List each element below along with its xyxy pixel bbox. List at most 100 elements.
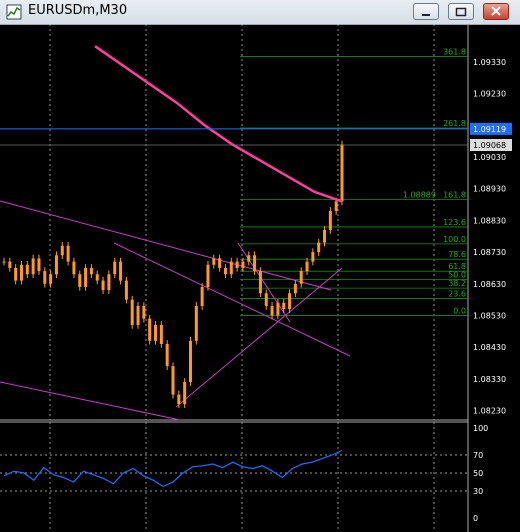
candle-body xyxy=(72,261,76,275)
channel-line xyxy=(237,242,291,323)
candle-body xyxy=(107,274,111,291)
candle-body xyxy=(78,274,82,287)
candle-body xyxy=(311,252,315,262)
fib-level-label: 261.8 xyxy=(443,119,466,128)
candle-body xyxy=(218,258,222,268)
moving-average xyxy=(94,45,343,203)
fib-level-label: 38.2 xyxy=(448,279,466,288)
candle-body xyxy=(194,305,198,341)
candle-body xyxy=(305,261,309,272)
candle-body xyxy=(229,261,233,275)
fib-level-label: 78.6 xyxy=(448,250,466,259)
candle-body xyxy=(200,286,204,306)
rsi-tick-label: 30 xyxy=(473,487,483,496)
maximize-icon xyxy=(455,7,467,17)
candle-body xyxy=(323,229,327,243)
candle-body xyxy=(130,299,134,325)
chart-grid xyxy=(0,24,469,532)
price-tick-label: 1.08530 xyxy=(473,311,506,320)
price-tick-label: 1.08930 xyxy=(473,185,506,194)
rsi-tick-label: 0 xyxy=(473,514,478,523)
candle-body xyxy=(136,305,140,325)
fib-price-label: 1.08889 xyxy=(403,191,436,200)
price-tick-label: 1.09330 xyxy=(473,58,506,67)
candle-body xyxy=(113,261,117,275)
candle-body xyxy=(154,324,158,341)
candle-body xyxy=(101,280,105,291)
candle-body xyxy=(49,274,53,284)
price-tick-label: 1.09030 xyxy=(473,153,506,162)
fib-level-label: 0.0 xyxy=(453,306,466,315)
rsi-tick-label: 100 xyxy=(473,424,488,433)
candle-body xyxy=(142,305,146,319)
price-tick-label: 1.09068 xyxy=(473,141,506,150)
candle-body xyxy=(159,324,163,344)
fib-level-label: 123.6 xyxy=(443,218,466,227)
price-tick-label: 1.09230 xyxy=(473,90,506,99)
candle-body xyxy=(212,258,216,265)
candle-body xyxy=(43,271,47,284)
candle-body xyxy=(25,264,29,275)
ma-line xyxy=(94,45,343,203)
candle-body xyxy=(253,255,257,272)
candle-body xyxy=(270,305,274,316)
candle-body xyxy=(235,261,239,268)
candle-body xyxy=(264,293,268,306)
fib-level-label: 161.8 xyxy=(443,191,466,200)
price-tick-label: 1.08230 xyxy=(473,406,506,415)
candle-body xyxy=(8,261,12,268)
close-button[interactable] xyxy=(483,3,509,20)
candle-body xyxy=(89,267,93,275)
fib-level-label: 361.8 xyxy=(443,47,466,56)
candle-body xyxy=(124,280,128,300)
candle-body xyxy=(206,264,210,287)
candle-body xyxy=(223,267,227,275)
fib-level-label: 23.6 xyxy=(448,290,466,299)
candle-body xyxy=(183,381,187,405)
window-title: EURUSDm,M30 xyxy=(28,3,128,18)
candle-body xyxy=(258,271,262,294)
candle-body xyxy=(37,258,41,272)
candle-body xyxy=(171,366,175,395)
candle-body xyxy=(14,267,18,281)
candle-body xyxy=(54,255,58,275)
candle-body xyxy=(282,302,286,310)
price-tick-label: 1.08330 xyxy=(473,375,506,384)
candle-body xyxy=(31,258,35,275)
candle-body xyxy=(19,264,23,281)
channel-line xyxy=(0,381,181,421)
candle-body xyxy=(148,318,152,341)
fib-level-label: 100.0 xyxy=(443,235,466,244)
title-bar[interactable]: EURUSDm,M30 xyxy=(0,0,520,25)
candle-body xyxy=(2,261,6,263)
candle-body xyxy=(288,293,292,310)
candle-body xyxy=(276,302,280,316)
candle-body xyxy=(328,210,332,230)
candles xyxy=(2,140,344,408)
candle-body xyxy=(188,340,192,382)
candle-body xyxy=(247,255,251,262)
price-tick-label: 1.08630 xyxy=(473,280,506,289)
candle-body xyxy=(334,201,338,211)
chart-app-icon xyxy=(6,4,22,20)
price-axis: 1.09330 1.09230 1.09119 1.09068 1.09030 1.089… xyxy=(0,58,512,415)
minimize-button[interactable] xyxy=(413,3,439,20)
rsi-panel: 100 70 50 30 0 xyxy=(0,424,488,523)
candle-body xyxy=(165,343,169,367)
maximize-button[interactable] xyxy=(448,3,474,20)
chart-window: EURUSDm,M30 361.8 261.8 161.8 123.6 100.0 78.… xyxy=(0,0,520,532)
price-tick-label: 1.08730 xyxy=(473,248,506,257)
price-tick-label: 1.08430 xyxy=(473,343,506,352)
channel-lines xyxy=(0,200,351,421)
candle-body xyxy=(95,274,99,281)
candle-body xyxy=(293,283,297,294)
minimize-icon xyxy=(422,14,430,16)
price-tick-label: 1.09119 xyxy=(473,125,506,134)
price-chart[interactable]: 361.8261.8161.8123.6100.078.661.850.038.… xyxy=(0,24,520,532)
price-tick-label: 1.08830 xyxy=(473,216,506,225)
close-icon xyxy=(491,6,501,16)
rsi-tick-label: 70 xyxy=(473,451,483,460)
candle-body xyxy=(241,261,245,268)
candle-body xyxy=(66,245,70,262)
candle-body xyxy=(299,271,303,284)
